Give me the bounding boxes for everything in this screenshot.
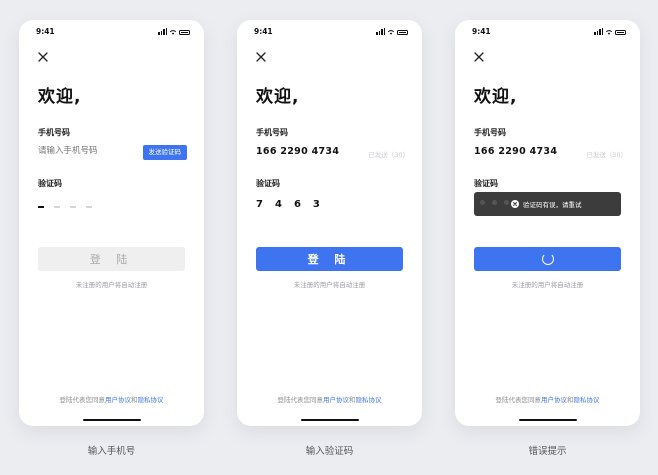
home-indicator (518, 418, 577, 421)
code-slot (70, 206, 76, 208)
signal-icon (594, 28, 603, 35)
screen-enter-phone: 9:41 欢迎, 手机号码 发送验证码 验证码 登 陆 未注册的用户将自动注册 … (19, 20, 204, 426)
agreement-text: 登陆代表您同意用户协议和隐私协议 (455, 394, 640, 404)
home-indicator (300, 418, 359, 421)
code-digit: 6 (293, 199, 301, 210)
resend-countdown: 已发送（30） (586, 151, 627, 159)
signal-icon (158, 28, 167, 35)
status-icons (158, 27, 190, 35)
code-slot (38, 206, 44, 208)
code-slot (86, 206, 92, 208)
caption-enter-code: 输入验证码 (305, 446, 354, 457)
resend-countdown: 已发送（30） (368, 151, 409, 159)
screen-error: 9:41 欢迎, 手机号码 166 2290 4734 已发送（30） 验证码 … (455, 20, 640, 426)
phone-input[interactable] (38, 146, 133, 156)
caption-enter-phone: 输入手机号 (87, 446, 136, 457)
auto-register-hint: 未注册的用户将自动注册 (293, 281, 366, 289)
loading-spinner-icon (541, 253, 554, 265)
status-icons (376, 27, 408, 35)
auto-register-hint: 未注册的用户将自动注册 (511, 281, 584, 289)
code-input[interactable]: 7 4 6 3 (256, 199, 320, 210)
welcome-title: 欢迎, (474, 87, 518, 107)
user-agreement-link[interactable]: 用户协议 (105, 396, 131, 404)
welcome-title: 欢迎, (256, 87, 300, 107)
auto-register-hint: 未注册的用户将自动注册 (75, 281, 148, 289)
obscured-code-digits (480, 200, 509, 205)
close-icon[interactable] (254, 50, 268, 64)
login-button-loading[interactable] (474, 247, 621, 271)
phone-label: 手机号码 (38, 128, 70, 137)
privacy-agreement-link[interactable]: 隐私协议 (138, 396, 164, 404)
phone-label: 手机号码 (474, 128, 506, 137)
wifi-icon (169, 30, 177, 35)
code-input[interactable] (38, 206, 92, 208)
code-digit: 4 (274, 199, 282, 210)
code-slot (54, 206, 60, 208)
privacy-agreement-link[interactable]: 隐私协议 (356, 396, 382, 404)
phone-label: 手机号码 (256, 128, 288, 137)
status-icons (594, 27, 626, 35)
agreement-prefix: 登陆代表您同意 (495, 396, 542, 404)
battery-icon (397, 30, 408, 35)
code-digit: 3 (312, 199, 320, 210)
error-toast-text: 验证码有误，请重试 (523, 201, 582, 209)
user-agreement-link[interactable]: 用户协议 (323, 396, 349, 404)
privacy-agreement-link[interactable]: 隐私协议 (574, 396, 600, 404)
agreement-prefix: 登陆代表您同意 (277, 396, 324, 404)
status-time: 9:41 (36, 27, 55, 36)
error-toast: 验证码有误，请重试 (474, 192, 621, 216)
agreement-text: 登陆代表您同意用户协议和隐私协议 (19, 394, 204, 404)
login-button[interactable]: 登 陆 (38, 247, 185, 271)
battery-icon (615, 30, 626, 35)
login-button[interactable]: 登 陆 (256, 247, 403, 271)
caption-error: 错误提示 (528, 446, 567, 457)
home-indicator (82, 418, 141, 421)
user-agreement-link[interactable]: 用户协议 (541, 396, 567, 404)
code-label: 验证码 (38, 179, 62, 188)
battery-icon (179, 30, 190, 35)
signal-icon (376, 28, 385, 35)
send-code-button[interactable]: 发送验证码 (142, 145, 187, 160)
welcome-title: 欢迎, (38, 87, 82, 107)
wifi-icon (605, 30, 613, 35)
code-label: 验证码 (474, 179, 498, 188)
status-time: 9:41 (254, 27, 273, 36)
error-icon (511, 200, 519, 208)
close-icon[interactable] (472, 50, 486, 64)
agreement-text: 登陆代表您同意用户协议和隐私协议 (237, 394, 422, 404)
wifi-icon (387, 30, 395, 35)
phone-input[interactable]: 166 2290 4734 (256, 146, 339, 157)
code-label: 验证码 (256, 179, 280, 188)
close-icon[interactable] (36, 50, 50, 64)
agreement-prefix: 登陆代表您同意 (59, 396, 106, 404)
code-digit: 7 (256, 199, 263, 210)
phone-input[interactable]: 166 2290 4734 (474, 146, 557, 157)
screen-enter-code: 9:41 欢迎, 手机号码 166 2290 4734 已发送（30） 验证码 … (237, 20, 422, 426)
status-time: 9:41 (472, 27, 491, 36)
